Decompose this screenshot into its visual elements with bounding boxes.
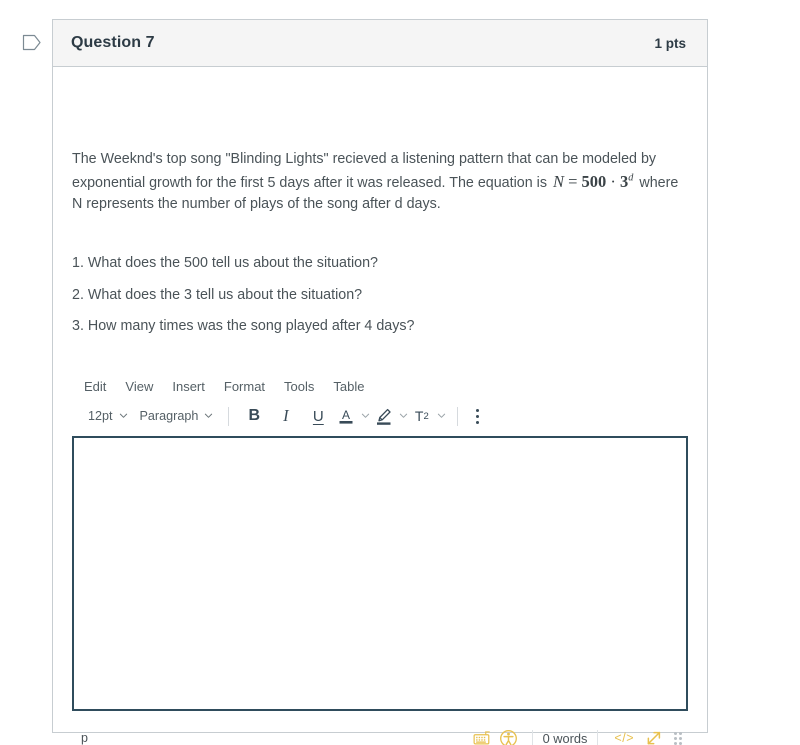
chevron-down-icon — [361, 411, 370, 420]
toolbar-separator — [228, 406, 230, 426]
underline-button[interactable]: U — [302, 403, 334, 429]
keyboard-icon[interactable] — [470, 726, 496, 745]
word-count: 0 words — [542, 730, 588, 745]
sub-question-list: 1. What does the 500 tell us about the s… — [72, 253, 672, 348]
highlight-color-group[interactable] — [372, 406, 410, 426]
editor-statusbar: p 0 words </> — [72, 723, 688, 745]
statusbar-separator — [531, 729, 533, 745]
editor-toolbar: 12pt Paragraph B I U A T 2 — [72, 399, 688, 433]
resize-diagonal-icon[interactable] — [640, 726, 666, 745]
html-editor-icon[interactable]: </> — [608, 731, 640, 745]
superscript-icon: T2 — [412, 406, 431, 426]
question-header: Question 7 1 pts — [53, 20, 707, 67]
highlight-pen-icon — [374, 406, 393, 426]
equation-coefficient: 500 — [581, 171, 607, 191]
list-item: 2. What does the 3 tell us about the sit… — [72, 286, 363, 303]
question-body: The Weeknd's top song "Blinding Lights" … — [53, 67, 707, 745]
answer-editor-input[interactable] — [72, 436, 688, 711]
equation: N = 500 · 3d — [551, 172, 635, 191]
element-path[interactable]: p — [81, 731, 88, 745]
rich-content-editor: Edit View Insert Format Tools Table 12pt — [72, 373, 688, 745]
page-title: Question 7 — [71, 34, 155, 51]
resize-grip-icon[interactable] — [674, 731, 682, 745]
superscript-exponent: 2 — [423, 410, 429, 422]
accessibility-checker-icon[interactable] — [496, 726, 522, 745]
equation-variable: N — [552, 171, 564, 191]
block-format-value: Paragraph — [139, 409, 199, 423]
superscript-letter: T — [414, 408, 424, 424]
svg-text:A: A — [342, 408, 350, 422]
font-size-dropdown[interactable]: 12pt — [82, 403, 134, 429]
chevron-down-icon — [119, 411, 128, 420]
menu-item-tools[interactable]: Tools — [275, 377, 324, 396]
chevron-down-icon — [399, 411, 408, 420]
text-color-icon: A — [336, 406, 355, 426]
superscript-group[interactable]: T2 — [410, 406, 448, 426]
chevron-down-icon — [204, 411, 213, 420]
question-points: 1 pts — [654, 35, 686, 51]
menu-item-format[interactable]: Format — [215, 377, 275, 396]
more-options-kebab-icon[interactable] — [467, 403, 487, 429]
block-format-dropdown[interactable]: Paragraph — [134, 403, 220, 429]
toolbar-separator — [457, 406, 459, 426]
statusbar-right-group: 0 words </> — [470, 726, 684, 745]
equation-equals: = — [568, 171, 578, 191]
list-item: 3. How many times was the song played af… — [72, 318, 415, 334]
menu-item-edit[interactable]: Edit — [82, 377, 116, 396]
menu-item-insert[interactable]: Insert — [163, 377, 215, 396]
menu-item-view[interactable]: View — [116, 377, 163, 396]
equation-operator: · — [610, 171, 616, 191]
italic-button[interactable]: I — [270, 403, 302, 429]
statusbar-separator — [597, 729, 599, 745]
editor-menubar: Edit View Insert Format Tools Table — [72, 373, 688, 399]
flag-outline-icon[interactable] — [22, 33, 42, 52]
quiz-question-page: Question 7 1 pts The Weeknd's top song "… — [0, 0, 800, 745]
list-item: 1. What does the 500 tell us about the s… — [72, 255, 379, 271]
question-prompt: The Weeknd's top song "Blinding Lights" … — [72, 149, 690, 216]
menu-item-table[interactable]: Table — [324, 377, 374, 396]
font-size-value: 12pt — [88, 409, 113, 423]
equation-exponent: d — [628, 172, 634, 183]
chevron-down-icon — [437, 411, 446, 420]
bold-button[interactable]: B — [238, 403, 270, 429]
question-card: Question 7 1 pts The Weeknd's top song "… — [52, 19, 708, 745]
text-color-group[interactable]: A — [334, 406, 372, 426]
